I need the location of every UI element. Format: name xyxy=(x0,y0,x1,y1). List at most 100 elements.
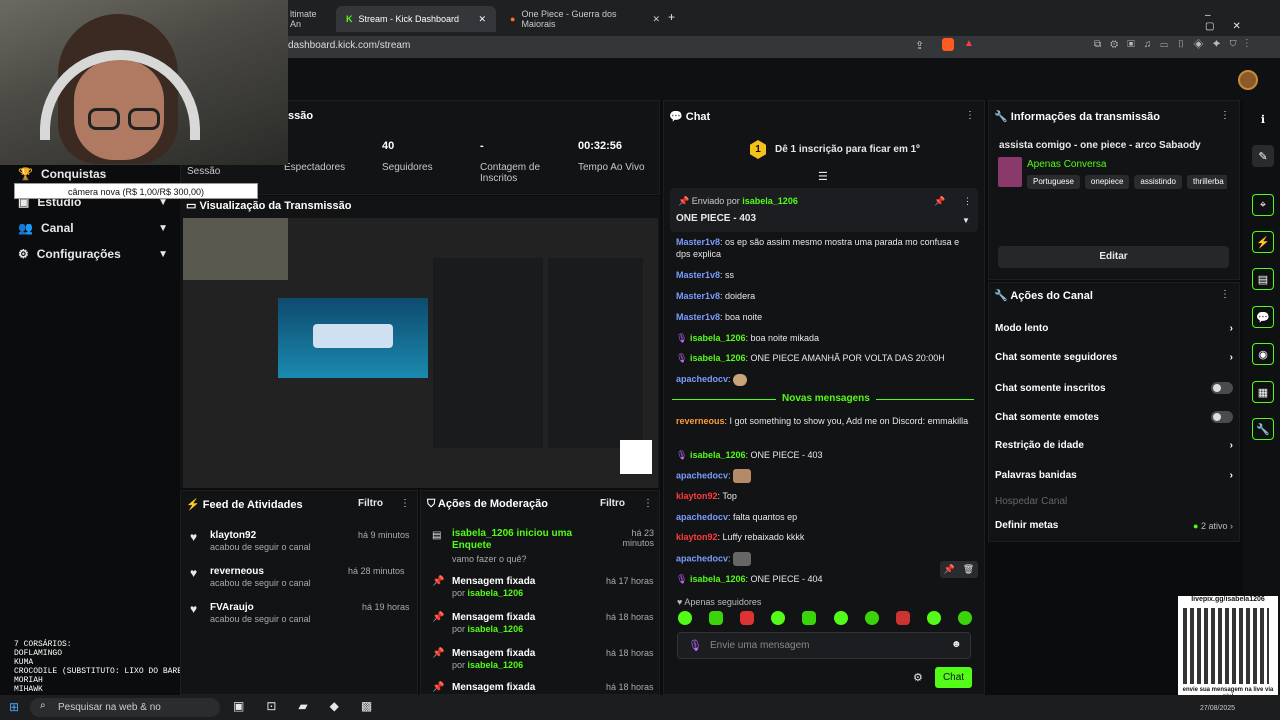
chevron-down-icon[interactable]: ▼ xyxy=(962,216,970,225)
avatar[interactable] xyxy=(1238,70,1258,90)
emote-icon[interactable] xyxy=(740,611,755,625)
tag[interactable]: Portuguese xyxy=(1027,175,1080,189)
url-text[interactable]: dashboard.kick.com/stream xyxy=(288,40,410,51)
chat-message: klayton92: Top xyxy=(676,491,737,501)
brave-icon[interactable] xyxy=(942,38,954,51)
chat-message: Master1v8: os ep são assim mesmo mostra … xyxy=(676,237,960,259)
chevron-right-icon: › xyxy=(1229,352,1233,363)
followers-only-notice: ♥ Apenas seguidores xyxy=(677,597,762,607)
feed-filter-button[interactable]: Filtro xyxy=(358,498,383,509)
trash-icon[interactable]: 🗑 xyxy=(963,564,974,575)
taskbar-apps[interactable]: ▣⊡▰◆▩ xyxy=(233,699,394,713)
emote-icon[interactable] xyxy=(709,611,724,625)
more-icon[interactable]: ⋮ xyxy=(965,110,975,121)
broadcast-icon[interactable]: ◉ xyxy=(1252,343,1274,365)
chat-bubble-icon[interactable]: 💬 xyxy=(1252,306,1274,328)
chat-message: reverneous: I got something to show you,… xyxy=(676,416,969,426)
tag[interactable]: onepiece xyxy=(1084,175,1130,189)
action-set-goals[interactable]: Definir metas ● 2 ativo › xyxy=(995,520,1233,531)
emote-icon[interactable] xyxy=(802,611,817,625)
info-icon[interactable]: ℹ xyxy=(1252,108,1274,130)
close-icon[interactable]: ✕ xyxy=(478,14,486,25)
chat-message: apachedocv: falta quantos ep xyxy=(676,512,798,522)
chat-send-button[interactable]: Chat xyxy=(935,667,972,688)
emote-icon[interactable] xyxy=(895,611,910,625)
mic-badge-icon: 🎙 xyxy=(676,333,688,343)
pinned-message[interactable]: 📌 Enviado por isabela_1206 ONE PIECE - 4… xyxy=(670,188,978,232)
chat-message: 🎙 isabela_1206: ONE PIECE - 404 xyxy=(676,574,823,584)
alert-icon[interactable]: ▲ xyxy=(964,38,974,49)
category-thumbnail xyxy=(998,157,1022,187)
windows-start-icon[interactable]: ⊞ xyxy=(9,700,19,714)
emote-icon[interactable] xyxy=(771,611,786,625)
wrench-icon: 🔧 xyxy=(994,111,1011,123)
livepix-qr-overlay: livepix.gg/isabela1206 envie sua mensage… xyxy=(1178,596,1278,704)
more-icon[interactable]: ⋮ xyxy=(643,498,653,509)
share-icon[interactable]: ⇪ xyxy=(915,39,932,52)
action-banned-words[interactable]: Palavras banidas › xyxy=(995,470,1233,481)
chat-message: apachedocv: xyxy=(676,552,976,566)
action-slow-mode[interactable]: Modo lento › xyxy=(995,323,1233,334)
chevron-down-icon: ▼ xyxy=(158,222,168,234)
more-icon[interactable]: ⋮ xyxy=(1220,110,1230,121)
gear-icon[interactable]: ⚙ xyxy=(913,671,923,684)
wrench-icon[interactable]: 🔧 xyxy=(1252,418,1274,440)
document-icon[interactable]: ▤ xyxy=(1252,268,1274,290)
chat-message: 🎙 isabela_1206: ONE PIECE - 403 xyxy=(676,450,823,460)
close-icon[interactable]: ✕ xyxy=(652,14,660,25)
more-icon[interactable]: ⋮ xyxy=(400,498,410,509)
category-name[interactable]: Apenas Conversa xyxy=(1027,159,1107,170)
extension-icons[interactable]: ⧉⚙▣♫▭▯◈✦⛉⋮ xyxy=(1094,39,1257,50)
tag[interactable]: assistindo xyxy=(1134,175,1182,189)
preview-video xyxy=(278,298,428,378)
pin-icon[interactable]: 📌 xyxy=(944,564,955,575)
action-followers-only[interactable]: Chat somente seguidores › xyxy=(995,352,1233,363)
mic-badge-icon: 🎙 xyxy=(676,353,688,363)
emote-icon[interactable] xyxy=(957,611,972,625)
emotes-only-toggle[interactable] xyxy=(1211,411,1233,423)
preview-qr xyxy=(620,440,652,474)
capture-icon[interactable]: ⌖ xyxy=(1252,194,1274,216)
emote-icon[interactable] xyxy=(864,611,879,625)
activity-icon: ⚡ xyxy=(186,499,203,511)
more-icon[interactable]: ⋮ xyxy=(963,196,972,207)
sub-banner[interactable]: Dê 1 inscrição para ficar em 1º xyxy=(775,144,920,155)
pin-icon[interactable]: 📌 xyxy=(934,196,945,207)
moderation-filter-button[interactable]: Filtro xyxy=(600,498,625,509)
emoji-icon[interactable]: ☻ xyxy=(951,639,962,650)
tab-one-piece[interactable]: ● One Piece - Guerra dos Maiorais ✕ xyxy=(500,6,670,32)
moderation-title: ⛉ Ações de Moderação xyxy=(427,498,548,510)
taskbar-search[interactable]: Pesquisar na web & no xyxy=(30,698,220,717)
new-tab-icon[interactable]: + xyxy=(668,10,675,24)
subscribers-only-toggle[interactable] xyxy=(1211,382,1233,394)
tab-kick-dashboard[interactable]: K Stream - Kick Dashboard ✕ xyxy=(336,6,496,32)
filter-icon[interactable]: ☰ xyxy=(818,170,828,183)
stream-preview-image[interactable] xyxy=(183,218,658,488)
qr-code xyxy=(1183,608,1269,684)
sidebar-item-conquistas[interactable]: 🏆 Conquistas xyxy=(18,167,168,181)
action-age-restriction[interactable]: Restrição de idade › xyxy=(995,440,1233,451)
preview-title: ▭ Visualização da Transmissão xyxy=(186,200,352,212)
emote-icon[interactable] xyxy=(678,611,692,625)
emote-icon[interactable] xyxy=(926,611,941,625)
emote-icon[interactable] xyxy=(833,611,848,625)
shield-icon: ⛉ xyxy=(427,498,438,510)
mic-badge-icon: 🎙 xyxy=(676,574,688,584)
window-controls[interactable]: –▢✕ xyxy=(1205,10,1280,32)
bolt-icon[interactable]: ⚡ xyxy=(1252,231,1274,253)
chat-message: Master1v8: ss xyxy=(676,270,735,280)
sidebar-item-configuracoes[interactable]: ⚙ Configurações ▼ xyxy=(18,247,168,261)
sidebar-item-canal[interactable]: 👥 Canal ▼ xyxy=(18,221,168,235)
layers-icon[interactable]: ▦ xyxy=(1252,381,1274,403)
pencil-icon[interactable]: ✎ xyxy=(1252,145,1274,167)
chat-title: 💬 Chat xyxy=(669,111,711,123)
stat-label-followers: Seguidores xyxy=(382,162,433,173)
tag[interactable]: thrillerba xyxy=(1186,175,1227,189)
emote-icon xyxy=(733,373,748,386)
emote-icon xyxy=(733,469,752,483)
chat-message: Master1v8: doidera xyxy=(676,291,756,301)
chat-input[interactable]: 🎙 Envie uma mensagem ☻ xyxy=(677,632,971,659)
chat-message: apachedocv: xyxy=(676,373,976,386)
edit-button[interactable]: Editar xyxy=(998,246,1229,268)
more-icon[interactable]: ⋮ xyxy=(1220,289,1230,300)
